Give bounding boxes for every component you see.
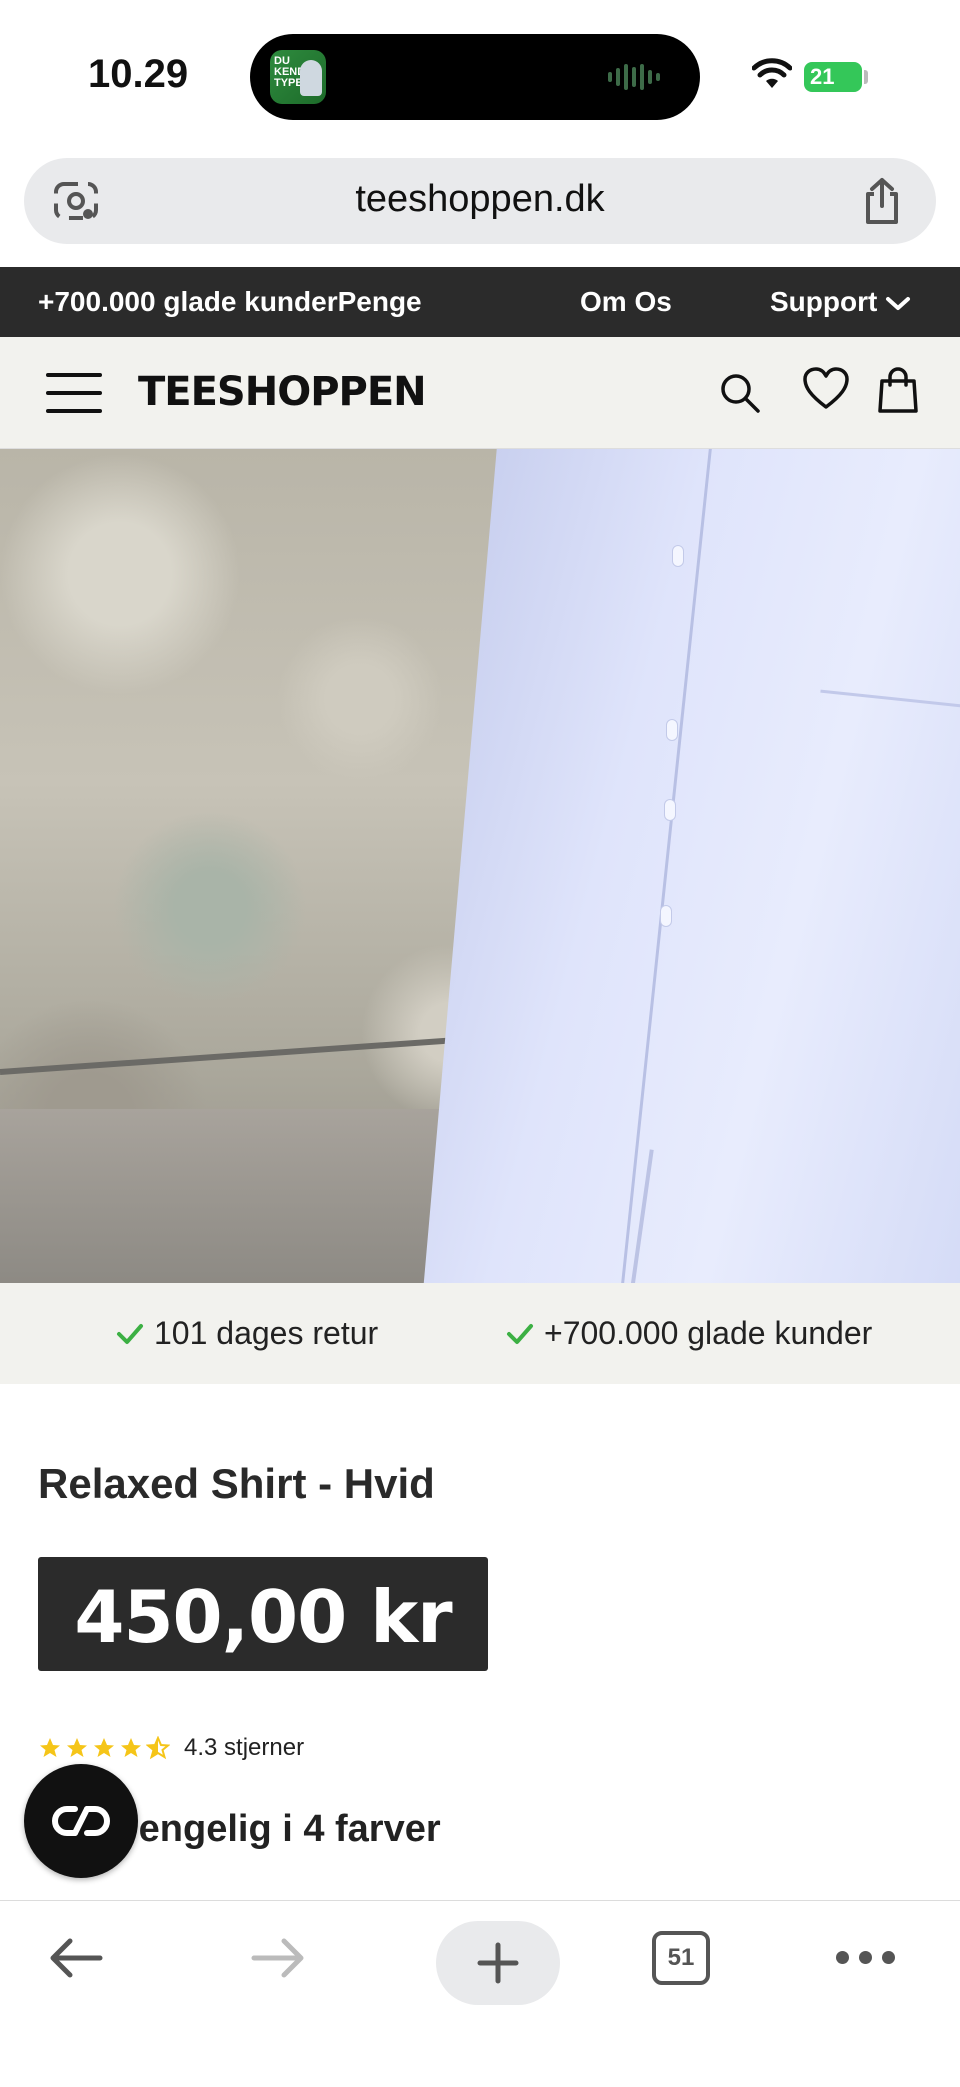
- star-icon: [94, 1738, 114, 1757]
- cart-bag-icon[interactable]: [876, 367, 920, 415]
- loop-icon: [52, 1806, 110, 1836]
- star-icon: [121, 1738, 141, 1757]
- chevron-down-icon: [886, 296, 911, 310]
- floating-chat-button[interactable]: [24, 1764, 138, 1878]
- shirt-button: [664, 799, 676, 821]
- usp-customers-label: +700.000 glade kunder: [544, 1315, 873, 1351]
- usp-returns-label: 101 dages retur: [154, 1315, 379, 1351]
- star-icon: [40, 1738, 60, 1757]
- promo-link-support[interactable]: Support: [770, 286, 911, 318]
- product-title: Relaxed Shirt - Hvid: [38, 1460, 435, 1507]
- usp-bar: 101 dages retur +700.000 glade kunder: [0, 1283, 960, 1384]
- white-shirt: [422, 449, 960, 1283]
- battery-level: 21: [810, 64, 835, 89]
- usp-customers: +700.000 glade kunder: [506, 1315, 872, 1352]
- browser-toolbar: 51: [0, 1900, 960, 2087]
- heart-icon[interactable]: [802, 367, 850, 411]
- url-bar[interactable]: teeshoppen.dk: [24, 158, 936, 244]
- waveform-icon: [608, 64, 660, 90]
- dynamic-island[interactable]: DU KENDER TYPEN: [250, 34, 700, 120]
- promo-bar: +700.000 glade kunderPenge Om Os Support: [0, 267, 960, 337]
- price-box: 450,00 kr: [38, 1557, 488, 1671]
- promo-link-about[interactable]: Om Os: [580, 286, 672, 318]
- menu-icon[interactable]: [46, 373, 102, 413]
- usp-returns: 101 dages retur: [116, 1315, 378, 1352]
- live-activity-thumbnail: DU KENDER TYPEN: [270, 50, 326, 104]
- shirt-button: [666, 719, 678, 741]
- back-arrow-icon[interactable]: [46, 1933, 106, 1983]
- support-label: Support: [770, 286, 878, 317]
- star-icon: [67, 1738, 87, 1757]
- star-rating: [38, 1736, 170, 1760]
- site-logo[interactable]: TEESHOPPEN: [138, 369, 427, 415]
- shirt-button: [660, 905, 672, 927]
- share-icon[interactable]: [860, 176, 904, 226]
- site-header: TEESHOPPEN: [0, 337, 960, 449]
- battery-icon: 21: [804, 62, 862, 92]
- promo-customers: +700.000 glade kunderPenge: [38, 286, 422, 317]
- forward-arrow-icon[interactable]: [248, 1933, 308, 1983]
- shirt-button: [672, 545, 684, 567]
- url-text[interactable]: teeshoppen.dk: [24, 178, 936, 221]
- check-icon: [117, 1323, 143, 1344]
- status-bar: 10.29 DU KENDER TYPEN 21: [0, 0, 960, 150]
- product-price: 450,00 kr: [74, 1575, 452, 1659]
- more-options-icon[interactable]: [836, 1951, 895, 1964]
- product-image[interactable]: [0, 449, 960, 1283]
- wifi-icon: [752, 58, 792, 88]
- search-icon[interactable]: [718, 371, 762, 415]
- half-star-icon: [146, 1736, 170, 1760]
- colors-heading-visible: engelig i 4 farver: [138, 1808, 441, 1850]
- tabs-count-button[interactable]: 51: [652, 1931, 710, 1985]
- product-rating[interactable]: 4.3 stjerner: [38, 1734, 304, 1762]
- plus-icon: [477, 1942, 519, 1984]
- rating-text: 4.3 stjerner: [184, 1734, 305, 1761]
- status-time: 10.29: [88, 52, 189, 96]
- check-icon: [507, 1323, 533, 1344]
- new-tab-button[interactable]: [436, 1921, 560, 2005]
